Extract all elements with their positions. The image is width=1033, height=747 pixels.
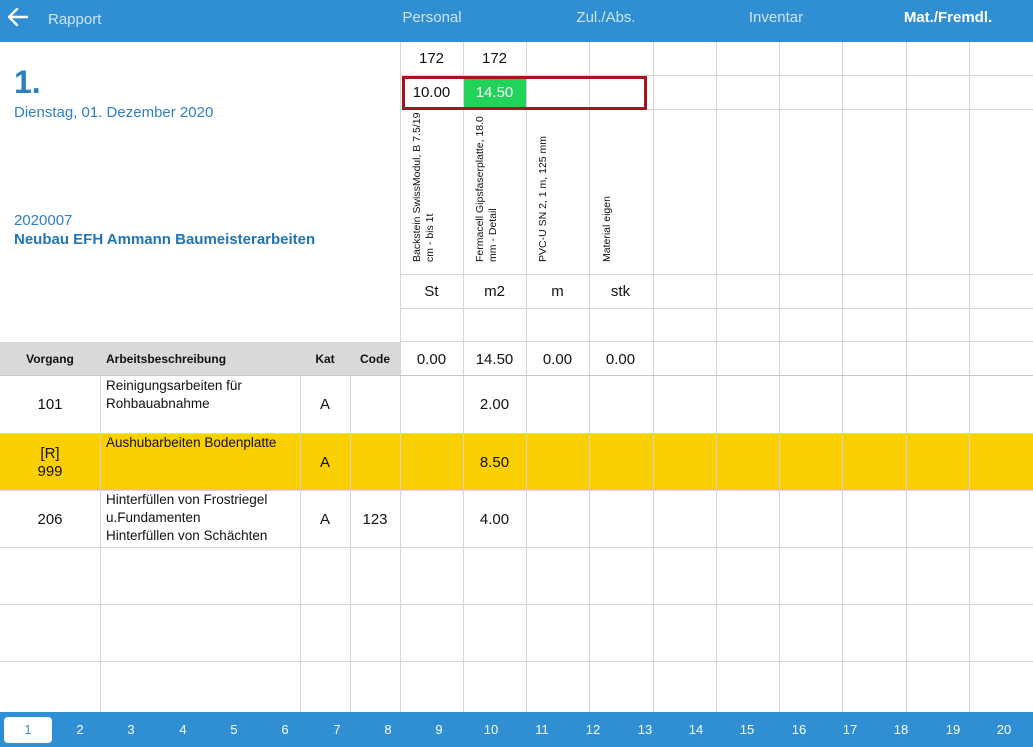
page-button-7[interactable]: 7 [313,717,361,743]
page-button-9[interactable]: 9 [415,717,463,743]
material-name-2: Fermacell Gipsfaserplatte, 18.0 mm - Det… [474,116,499,262]
page-button-19[interactable]: 19 [929,717,977,743]
top-nav-bar: Rapport Personal Zul./Abs. Inventar Mat.… [0,0,1033,42]
total-3: 0.00 [542,350,573,368]
material-name-4: Material eigen [601,196,613,262]
unit-1: St [424,283,439,300]
total-1: 0.00 [416,350,447,368]
row-vorgang: 101 [37,396,63,413]
page-button-20[interactable]: 20 [980,717,1028,743]
tab-zul-abs[interactable]: Zul./Abs. [560,0,652,36]
header-vorgang: Vorgang [26,352,74,366]
material-name-1: Backstein SwissModul, B 7.5/19 cm - bis … [411,112,436,262]
row-m2-value[interactable]: 8.50 [463,434,526,491]
material-id-1: 172 [418,50,445,67]
page-button-2[interactable]: 2 [56,717,104,743]
total-4: 0.00 [605,350,636,368]
page-button-10[interactable]: 10 [467,717,515,743]
material-id-2: 172 [481,50,508,67]
page-button-17[interactable]: 17 [826,717,874,743]
row-code: 123 [362,511,388,528]
page-button-11[interactable]: 11 [518,717,566,743]
page-button-8[interactable]: 8 [364,717,412,743]
page-button-13[interactable]: 13 [621,717,669,743]
page-button-4[interactable]: 4 [159,717,207,743]
page-button-12[interactable]: 12 [569,717,617,743]
row-m2-value[interactable]: 4.00 [463,491,526,548]
project-number: 2020007 [14,212,73,229]
unit-2: m2 [484,283,505,300]
tab-mat-fremdl[interactable]: Mat./Fremdl. [888,0,1008,36]
report-info-panel: 1. Dienstag, 01. Dezember 2020 2020007 N… [0,42,400,342]
header-kat: Kat [315,352,335,366]
page-button-14[interactable]: 14 [672,717,720,743]
unit-4: stk [610,283,631,300]
page-button-1[interactable]: 1 [4,717,52,743]
page-button-6[interactable]: 6 [261,717,309,743]
row-code [350,376,400,433]
total-2: 14.50 [475,350,514,368]
row-code [350,434,400,491]
row-kat: A [319,511,330,528]
project-name: Neubau EFH Ammann Baumeisterarbeiten [14,231,316,248]
tab-inventar[interactable]: Inventar [730,0,822,36]
arrow-left-icon [6,5,30,34]
row-description: Reinigungsarbeiten für Rohbauabnahme [106,378,242,411]
tab-personal[interactable]: Personal [386,0,478,36]
material-name-3: PVC-U SN 2, 1 m, 125 mm [537,135,549,262]
row-vorgang: 206 [37,511,63,528]
page-button-16[interactable]: 16 [775,717,823,743]
table-header: Vorgang Arbeitsbeschreibung Kat Code [0,342,400,376]
page-button-18[interactable]: 18 [877,717,925,743]
page-button-15[interactable]: 15 [723,717,771,743]
header-arbeitsbeschreibung: Arbeitsbeschreibung [106,352,227,366]
row-vorgang: [R] 999 [37,444,63,480]
back-label: Rapport [48,10,102,28]
row-kat: A [319,454,330,471]
page-button-5[interactable]: 5 [210,717,258,743]
page-button-3[interactable]: 3 [107,717,155,743]
header-code: Code [360,352,390,366]
report-date: Dienstag, 01. Dezember 2020 [14,104,214,121]
row-m2-value[interactable]: 2.00 [463,376,526,433]
row-description: Aushubarbeiten Bodenplatte [106,435,277,450]
day-number: 1. [14,64,41,100]
row-description: Hinterfüllen von Frostriegel u.Fundament… [106,492,268,543]
row-kat: A [319,396,330,413]
unit-3: m [551,283,564,300]
back-button[interactable]: Rapport [6,6,101,32]
selected-input-row [402,76,647,110]
